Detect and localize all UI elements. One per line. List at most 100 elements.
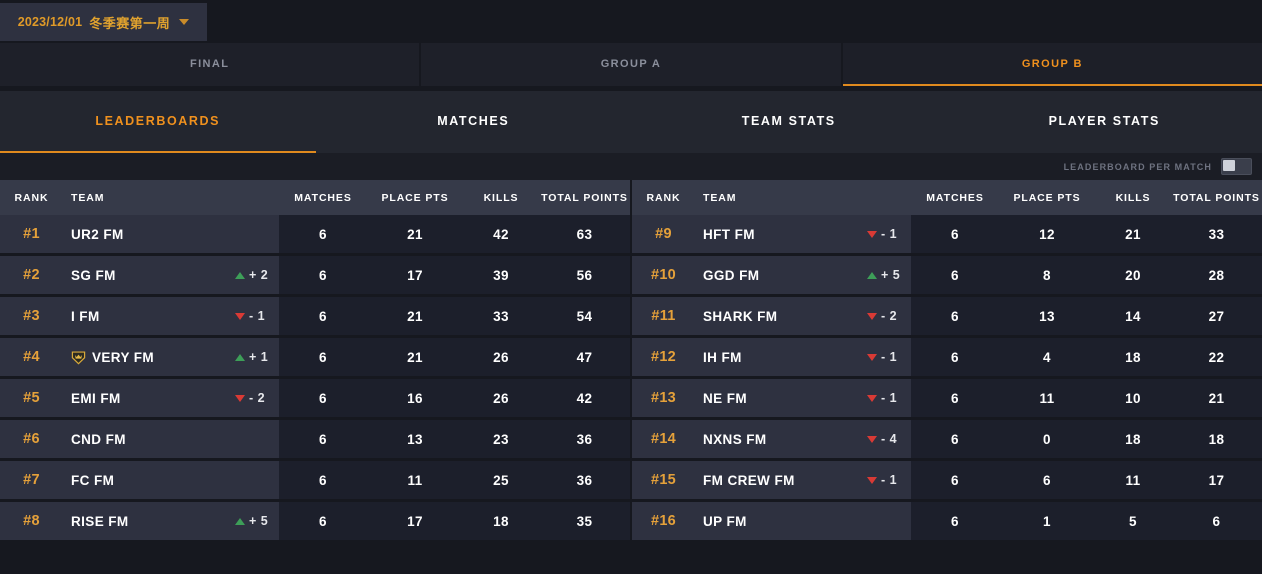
cell-place-pts: 6	[999, 461, 1095, 499]
rank-value: #2	[23, 267, 40, 283]
row-stats-panel: 6 17 39 56	[279, 256, 630, 294]
column-header-total-points[interactable]: TOTAL POINTS	[539, 192, 630, 204]
place-pts-value: 0	[1043, 431, 1051, 447]
row-team-panel: #16 UP FM	[632, 502, 911, 540]
table-row[interactable]: #2 SG FM + 2 6 17 39 56	[0, 256, 630, 294]
tab-player-stats[interactable]: PLAYER STATS	[947, 91, 1262, 153]
cell-team: SG FM + 2	[63, 256, 279, 294]
column-header-place-pts[interactable]: PLACE PTS	[999, 192, 1095, 204]
tab-leaderboards[interactable]: LEADERBOARDS	[0, 91, 316, 153]
cell-place-pts: 4	[999, 338, 1095, 376]
rank-value: #5	[23, 390, 40, 406]
cell-team: FC FM	[63, 461, 279, 499]
column-header-rank[interactable]: RANK	[632, 192, 695, 204]
table-row[interactable]: #4 VERY FM + 1 6 21 26 47	[0, 338, 630, 376]
rank-change-indicator: - 2	[235, 391, 279, 405]
matches-value: 6	[951, 390, 959, 406]
team-name: RISE FM	[71, 513, 129, 529]
rank-change-value: - 4	[881, 432, 898, 446]
kills-value: 25	[493, 472, 509, 488]
column-header-team[interactable]: TEAM	[63, 192, 279, 204]
table-row[interactable]: #6 CND FM 6 13 23 36	[0, 420, 630, 458]
place-pts-value: 21	[407, 226, 423, 242]
rank-change-indicator: - 2	[867, 309, 911, 323]
triangle-down-icon	[235, 394, 245, 402]
column-header-place-pts[interactable]: PLACE PTS	[367, 192, 463, 204]
table-row[interactable]: #8 RISE FM + 5 6 17 18 35	[0, 502, 630, 540]
row-team-panel: #8 RISE FM + 5	[0, 502, 279, 540]
kills-value: 10	[1125, 390, 1141, 406]
table-row[interactable]: #3 I FM - 1 6 21 33 54	[0, 297, 630, 335]
column-header-rank[interactable]: RANK	[0, 192, 63, 204]
row-team-panel: #11 SHARK FM - 2	[632, 297, 911, 335]
row-stats-panel: 6 1 5 6	[911, 502, 1262, 540]
kills-value: 26	[493, 390, 509, 406]
table-row[interactable]: #12 IH FM - 1 6 4 18 22	[632, 338, 1262, 376]
table-row[interactable]: #16 UP FM 6 1 5 6	[632, 502, 1262, 540]
cell-matches: 6	[279, 338, 367, 376]
cell-kills: 10	[1095, 379, 1171, 417]
leaderboard-per-match-toggle[interactable]	[1221, 158, 1252, 175]
leaderboard-page: 2023/12/01 冬季赛第一周 FINAL GROUP A GROUP B LE…	[0, 0, 1262, 574]
column-header-team[interactable]: TEAM	[695, 192, 911, 204]
row-team-panel: #6 CND FM	[0, 420, 279, 458]
table-row[interactable]: #10 GGD FM + 5 6 8 20 28	[632, 256, 1262, 294]
column-header-total-points[interactable]: TOTAL POINTS	[1171, 192, 1262, 204]
matches-value: 6	[319, 349, 327, 365]
rank-change-indicator: - 4	[867, 432, 911, 446]
cell-place-pts: 12	[999, 215, 1095, 253]
cell-matches: 6	[911, 256, 999, 294]
season-selector[interactable]: 2023/12/01 冬季赛第一周	[0, 3, 207, 41]
table-row[interactable]: #11 SHARK FM - 2 6 13 14 27	[632, 297, 1262, 335]
cell-total-points: 21	[1171, 379, 1262, 417]
table-row[interactable]: #5 EMI FM - 2 6 16 26 42	[0, 379, 630, 417]
column-header-kills[interactable]: KILLS	[1095, 192, 1171, 204]
rank-value: #12	[650, 349, 677, 365]
cell-rank: #13	[632, 379, 695, 417]
total-points-value: 22	[1208, 349, 1225, 365]
column-header-matches[interactable]: MATCHES	[911, 192, 999, 204]
table-row[interactable]: #7 FC FM 6 11 25 36	[0, 461, 630, 499]
row-stats-panel: 6 0 18 18	[911, 420, 1262, 458]
table-row[interactable]: #13 NE FM - 1 6 11 10 21	[632, 379, 1262, 417]
kills-value: 18	[493, 513, 509, 529]
tab-team-stats[interactable]: TEAM STATS	[631, 91, 947, 153]
group-tabs: FINAL GROUP A GROUP B	[0, 43, 1262, 86]
toggle-knob	[1223, 160, 1235, 171]
cell-kills: 23	[463, 420, 539, 458]
group-tab-group-a[interactable]: GROUP A	[421, 43, 841, 86]
rank-value: #15	[650, 472, 677, 488]
triangle-down-icon	[867, 230, 877, 238]
rank-value: #13	[650, 390, 677, 406]
table-row[interactable]: #14 NXNS FM - 4 6 0 18 18	[632, 420, 1262, 458]
group-tab-final[interactable]: FINAL	[0, 43, 420, 86]
row-stats-panel: 6 21 26 47	[279, 338, 630, 376]
cell-matches: 6	[279, 256, 367, 294]
table-row[interactable]: #9 HFT FM - 1 6 12 21 33	[632, 215, 1262, 253]
total-points-value: 42	[576, 390, 593, 406]
rank-change-indicator: + 1	[235, 350, 279, 364]
cell-kills: 18	[463, 502, 539, 540]
row-team-panel: #1 UR2 FM	[0, 215, 279, 253]
cell-team: UR2 FM	[63, 215, 279, 253]
kills-value: 39	[493, 267, 509, 283]
leaderboard-table-left: RANK TEAM MATCHES PLACE PTS KILLS TOTAL POINT…	[0, 180, 630, 543]
column-header-matches[interactable]: MATCHES	[279, 192, 367, 204]
matches-value: 6	[951, 226, 959, 242]
cell-rank: #10	[632, 256, 695, 294]
table-row[interactable]: #1 UR2 FM 6 21 42 63	[0, 215, 630, 253]
tab-matches[interactable]: MATCHES	[316, 91, 632, 153]
cell-kills: 25	[463, 461, 539, 499]
rank-change-indicator: + 5	[235, 514, 279, 528]
cell-matches: 6	[279, 297, 367, 335]
rank-change-indicator: - 1	[867, 350, 911, 364]
cell-team: I FM - 1	[63, 297, 279, 335]
column-header-kills[interactable]: KILLS	[463, 192, 539, 204]
kills-value: 18	[1125, 349, 1141, 365]
row-stats-panel: 6 13 23 36	[279, 420, 630, 458]
cell-total-points: 36	[539, 420, 630, 458]
total-points-value: 35	[576, 513, 593, 529]
group-tab-group-b[interactable]: GROUP B	[842, 43, 1262, 86]
table-row[interactable]: #15 FM CREW FM - 1 6 6 11 17	[632, 461, 1262, 499]
cell-matches: 6	[279, 502, 367, 540]
